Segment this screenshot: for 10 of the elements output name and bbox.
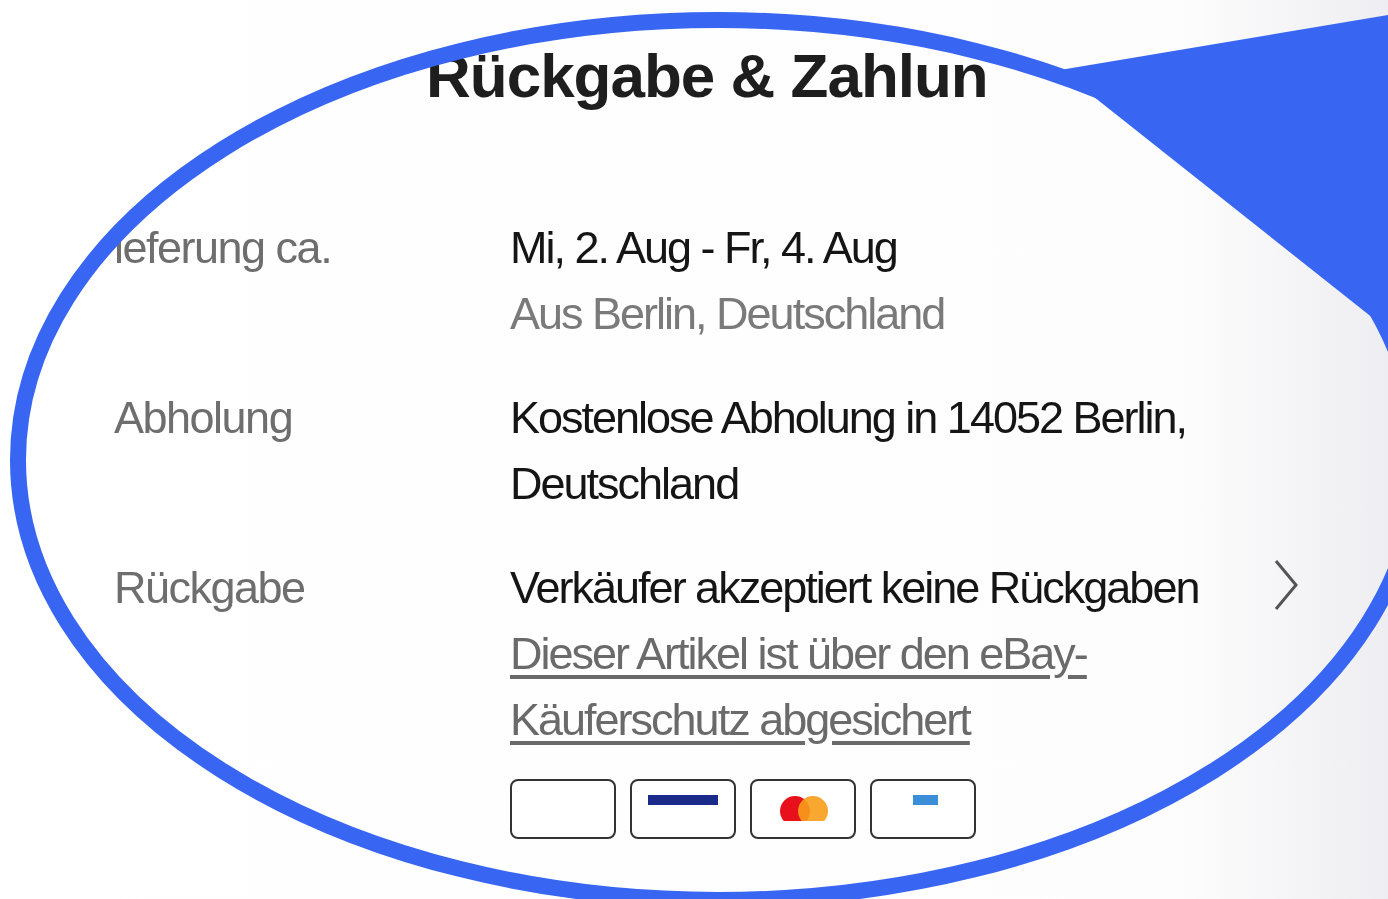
row-value: Verkäufer akzeptiert keine Rückgaben — [510, 561, 1200, 615]
row-label: Rückgabe — [114, 561, 306, 615]
row-value: Mi, 2. Aug - Fr, 4. Aug — [510, 221, 898, 275]
origin-text: Aus Berlin, Deutschland — [510, 287, 946, 341]
section-title: Rückgabe & Zahlun — [426, 40, 989, 111]
row-label: Abholung — [114, 391, 294, 445]
row-label: ieferung ca. — [114, 221, 333, 275]
row-value: Kostenlose Abholung in 14052 Berlin, Deutschland — [510, 391, 1188, 511]
protection-link[interactable]: Dieser Artikel ist über den eBay-Käuferschutz abgesichert — [510, 621, 1270, 753]
payment-card-icon — [510, 779, 616, 839]
